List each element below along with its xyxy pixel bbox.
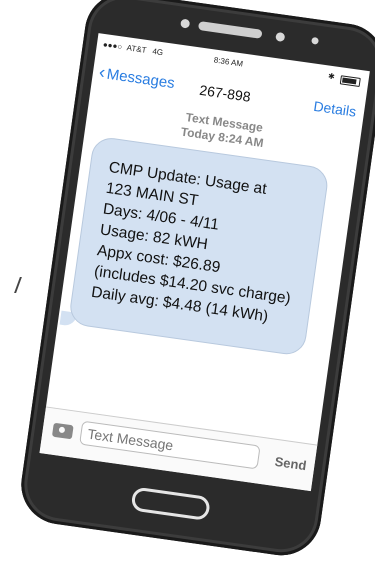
contact-name: 267-898 (198, 81, 252, 105)
battery-icon (339, 75, 361, 87)
phone-frame: ●●●○ AT&T 4G 8:36 AM ✱ ‹Messages 267-898… (16, 0, 375, 561)
network-type: 4G (151, 46, 164, 58)
stray-mark (6, 277, 22, 293)
signal-dots: ●●●○ (102, 39, 123, 52)
back-button[interactable]: ‹Messages (98, 62, 177, 93)
back-label: Messages (105, 65, 176, 93)
proximity-sensor (275, 31, 286, 43)
send-button[interactable]: Send (274, 454, 308, 473)
status-time: 8:36 AM (213, 55, 244, 69)
carrier-name: AT&T (126, 43, 148, 55)
front-camera (311, 36, 319, 45)
front-sensor (180, 18, 191, 29)
earpiece-speaker (197, 21, 263, 39)
message-bubble[interactable]: CMP Update: Usage at 123 MAIN ST Days: 4… (67, 135, 330, 357)
compose-bar: Send (39, 406, 318, 492)
home-button[interactable] (130, 486, 212, 522)
message-input[interactable] (79, 420, 261, 470)
camera-icon[interactable] (51, 422, 74, 440)
phone-screen: ●●●○ AT&T 4G 8:36 AM ✱ ‹Messages 267-898… (39, 33, 370, 492)
bluetooth-icon: ✱ (327, 71, 336, 82)
details-button[interactable]: Details (313, 98, 358, 120)
